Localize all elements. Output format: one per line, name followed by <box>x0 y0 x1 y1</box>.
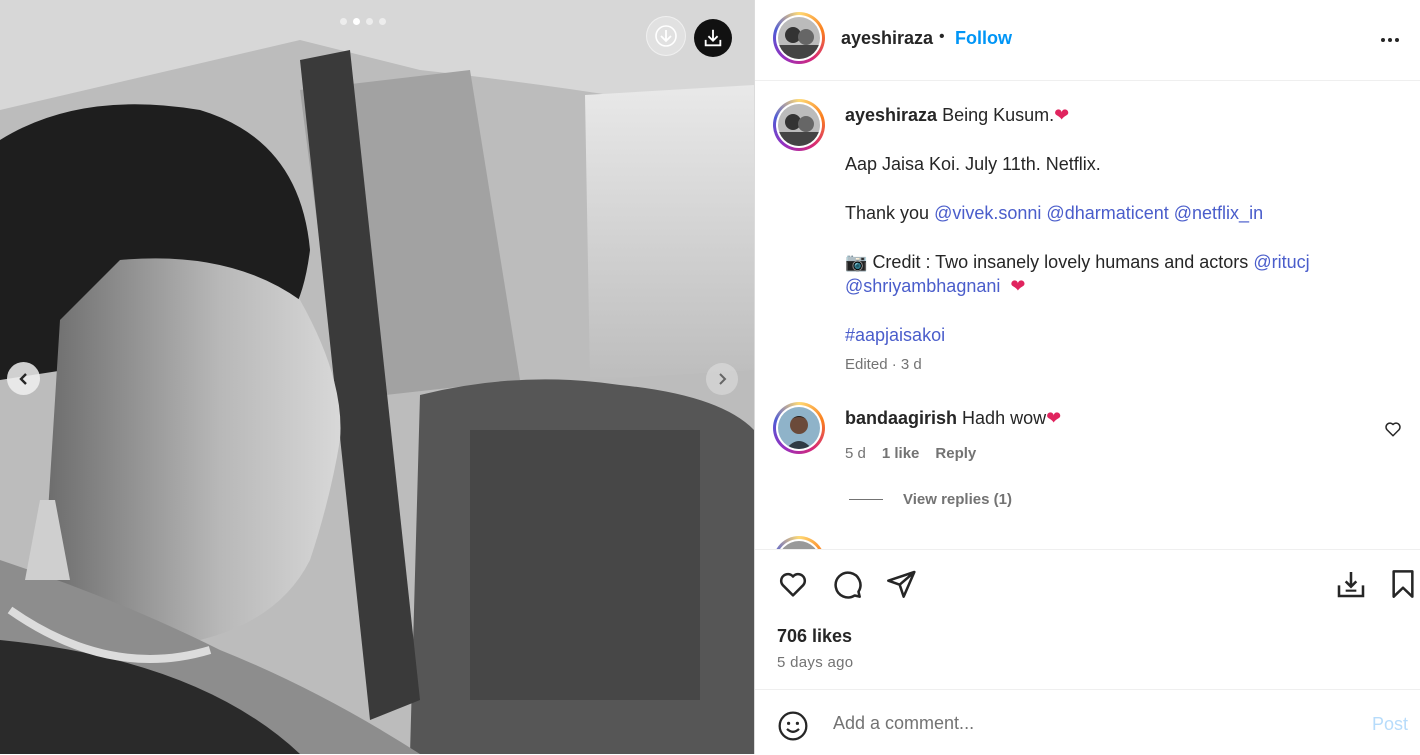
comment-age: 5 d <box>845 445 866 462</box>
heart-emoji-icon: ❤ <box>1046 408 1062 428</box>
author-avatar[interactable] <box>773 12 825 64</box>
post-header: ayeshiraza • Follow <box>755 0 1420 81</box>
carousel-dot-active <box>353 18 360 25</box>
mention-link[interactable]: @vivek.sonni <box>934 203 1041 223</box>
comment-like-heart-icon[interactable] <box>1384 420 1402 443</box>
caption-username[interactable]: ayeshiraza <box>845 105 937 125</box>
caption-text: ayeshiraza Being Kusum.❤ Aap Jaisa Koi. … <box>845 103 1365 347</box>
mention-link[interactable]: @shriyambhagnani <box>845 276 1000 296</box>
hashtag-link[interactable]: #aapjaisakoi <box>845 325 945 345</box>
more-options-icon[interactable] <box>1378 28 1402 57</box>
view-replies-button[interactable]: View replies (1) <box>849 491 1012 508</box>
post-photo <box>0 0 754 754</box>
download-icon <box>704 29 722 47</box>
caption-meta: Edited · 3 d <box>845 356 922 373</box>
carousel-indicator <box>340 18 386 25</box>
bookmark-icon[interactable] <box>1387 568 1419 605</box>
carousel-next-button[interactable] <box>706 363 738 395</box>
commenter-username[interactable]: bandaagirish <box>845 408 957 428</box>
caption-author-avatar[interactable] <box>773 99 825 151</box>
carousel-prev-button[interactable] <box>7 362 40 395</box>
separator-dot: • <box>939 28 945 45</box>
like-count[interactable]: 706 likes <box>777 626 852 647</box>
caption-line: Thank you <box>845 203 930 223</box>
post-date[interactable]: 5 days ago <box>777 654 853 671</box>
comment-composer: Post <box>755 689 1420 755</box>
author-username[interactable]: ayeshiraza <box>841 28 933 49</box>
carousel-dot <box>366 18 373 25</box>
mention-link[interactable]: @ritucj <box>1253 252 1309 272</box>
download-button[interactable] <box>694 19 732 57</box>
carousel-dot <box>340 18 347 25</box>
carousel-dot <box>379 18 386 25</box>
post-comment-button[interactable]: Post <box>1372 714 1408 735</box>
post-actions: 706 likes 5 days ago <box>755 549 1420 690</box>
emoji-icon[interactable] <box>777 710 809 747</box>
chevron-left-icon <box>18 372 27 385</box>
mention-link[interactable]: @netflix_in <box>1174 203 1263 223</box>
post-media[interactable] <box>0 0 754 754</box>
comment-icon[interactable] <box>831 568 863 605</box>
heart-emoji-icon: ❤ <box>1005 276 1026 296</box>
chevron-right-icon <box>719 373 727 385</box>
comment-body: Hadh wow <box>962 408 1047 428</box>
comments-scroll-area[interactable]: ayeshiraza Being Kusum.❤ Aap Jaisa Koi. … <box>755 81 1420 549</box>
next-comment-avatar[interactable] <box>773 536 825 549</box>
view-replies-label: View replies (1) <box>903 491 1012 508</box>
like-heart-icon[interactable] <box>777 568 809 605</box>
comment-text: bandaagirish Hadh wow❤ <box>845 408 1061 429</box>
comment-meta: 5 d 1 like Reply <box>845 445 976 462</box>
download-icon[interactable] <box>646 16 686 56</box>
comment-input[interactable] <box>831 704 1335 742</box>
post-side-panel: ayeshiraza • Follow ayeshiraza Being Kus… <box>754 0 1420 754</box>
comment-like-count[interactable]: 1 like <box>882 445 920 462</box>
share-icon[interactable] <box>885 568 917 605</box>
camera-emoji-icon: 📷 <box>845 252 868 272</box>
caption-line: Aap Jaisa Koi. July 11th. Netflix. <box>845 154 1101 174</box>
replies-divider <box>849 499 883 500</box>
caption-line: Being Kusum. <box>942 105 1055 125</box>
mention-link[interactable]: @dharmaticent <box>1046 203 1168 223</box>
follow-button[interactable]: Follow <box>955 28 1012 49</box>
heart-emoji-icon: ❤ <box>1054 105 1070 125</box>
commenter-avatar[interactable] <box>773 402 825 454</box>
caption-line: Credit : Two insanely lovely humans and … <box>872 252 1249 272</box>
save-to-collection-icon[interactable] <box>1335 568 1367 605</box>
reply-button[interactable]: Reply <box>935 445 976 462</box>
